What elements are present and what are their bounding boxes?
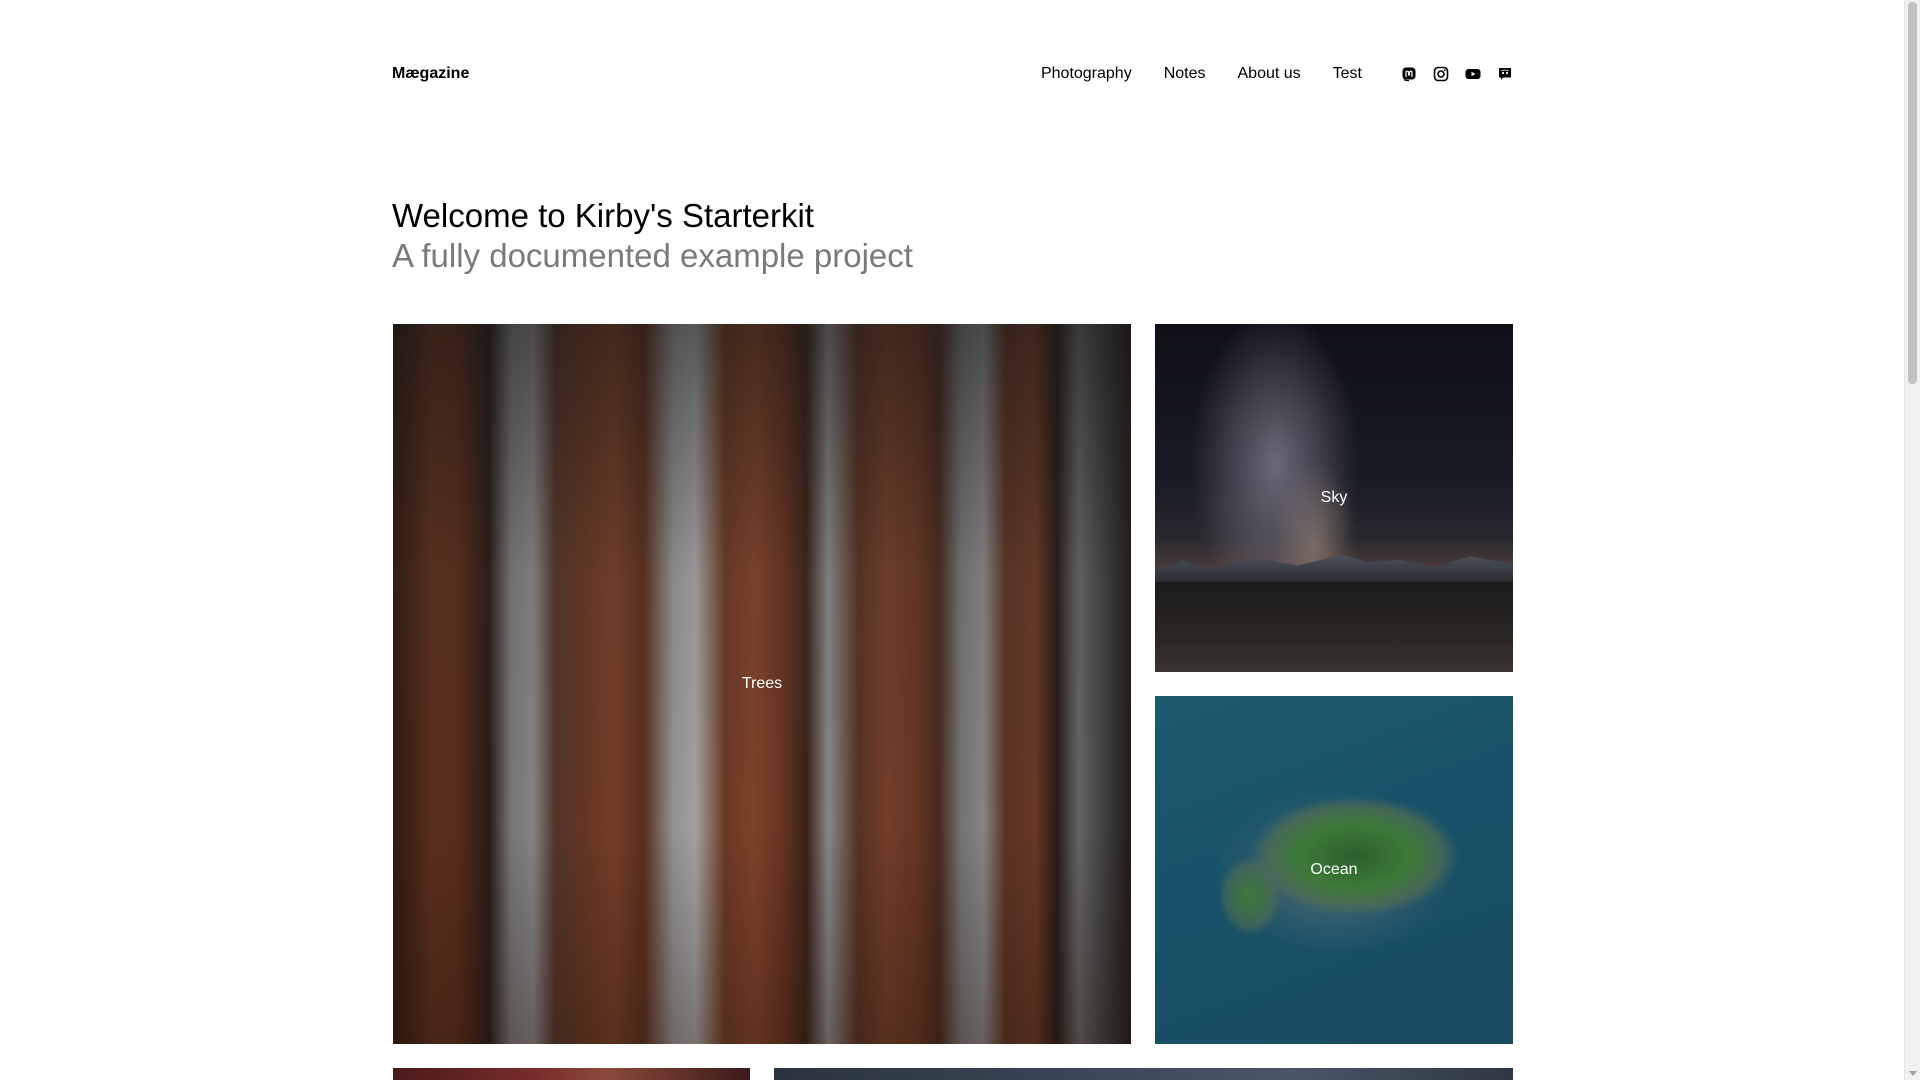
intro: Welcome to Kirby's Starterkit A fully do… [392,196,1292,276]
social-links [1386,65,1514,83]
gallery-tile-trees[interactable]: Trees [393,324,1131,1044]
page-subtitle: A fully documented example project [392,237,913,274]
nav-item-notes[interactable]: Notes [1164,65,1206,83]
discord-icon[interactable] [1496,65,1514,83]
mastodon-icon[interactable] [1400,65,1418,83]
gallery-tile-sky[interactable]: Sky [1155,324,1513,672]
browser-viewport: Mægazine Photography Notes About us Test [0,0,1920,1080]
vertical-scrollbar[interactable] [1904,0,1920,1080]
scrollbar-thumb[interactable] [1908,2,1917,384]
youtube-icon[interactable] [1464,65,1482,83]
gallery-tile-partial-right[interactable] [774,1068,1513,1080]
site-header: Mægazine Photography Notes About us Test [392,56,1514,92]
nav-item-about-us[interactable]: About us [1238,65,1301,83]
page-title: Welcome to Kirby's Starterkit [392,197,814,234]
main-nav: Photography Notes About us Test [1009,65,1514,83]
scroll-down-arrow-icon[interactable] [1909,1071,1917,1076]
gallery-caption: Ocean [1310,861,1358,878]
gallery-tile-ocean[interactable]: Ocean [1155,696,1513,1044]
gallery-tile-partial-left[interactable] [393,1068,750,1080]
nav-item-photography[interactable]: Photography [1041,65,1132,83]
page: Mægazine Photography Notes About us Test [0,0,1904,1080]
instagram-icon[interactable] [1432,65,1450,83]
site-logo-link[interactable]: Mægazine [392,65,469,83]
nav-item-test[interactable]: Test [1333,65,1362,83]
gallery-caption: Trees [741,675,783,692]
gallery-caption: Sky [1320,489,1348,506]
